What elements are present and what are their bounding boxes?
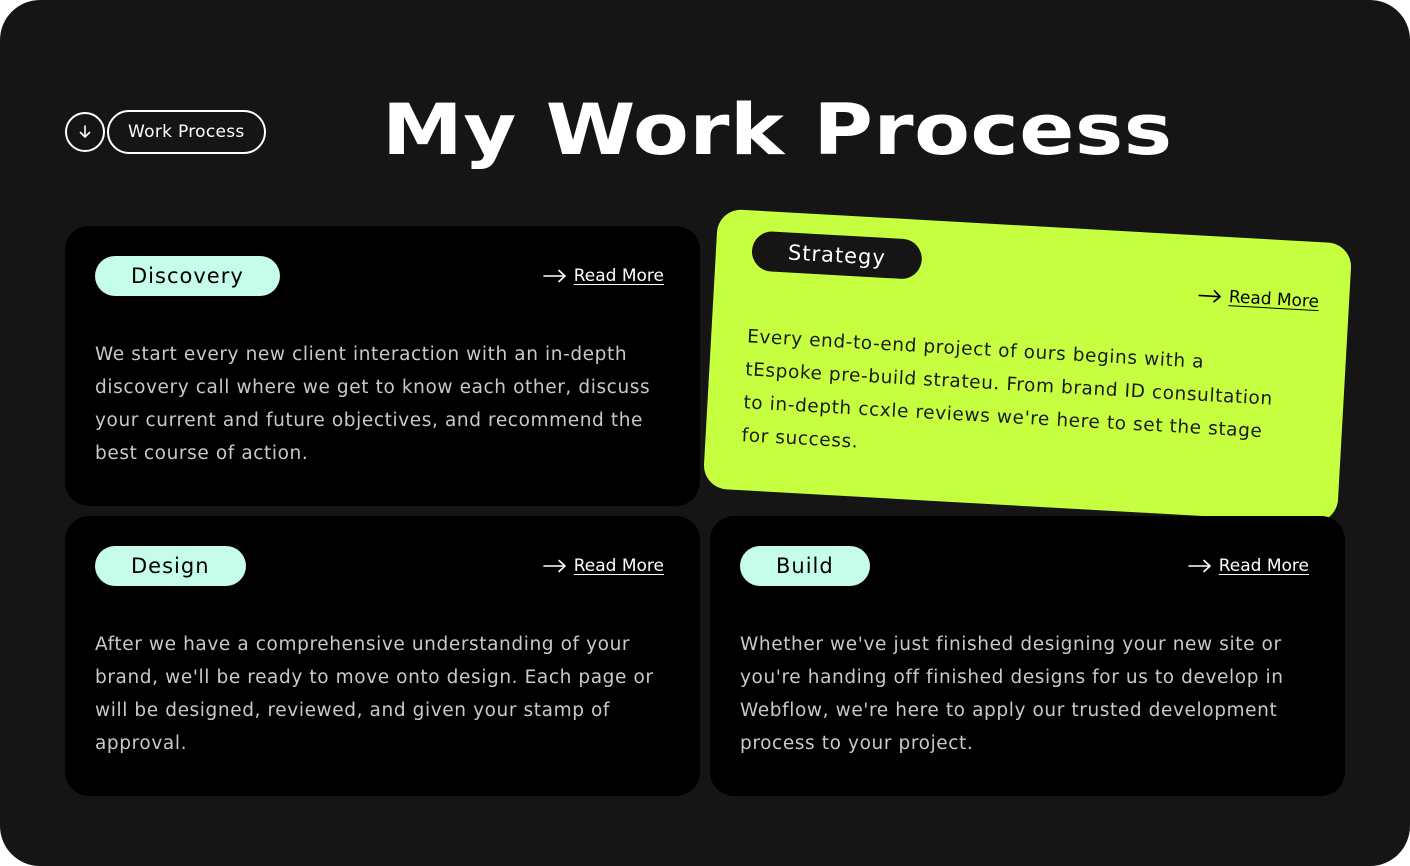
process-card-build: Build Read More Whether we've just finis… bbox=[710, 516, 1345, 796]
read-more-label: Read More bbox=[1218, 556, 1309, 576]
read-more-link[interactable]: Read More bbox=[1187, 556, 1309, 576]
read-more-label: Read More bbox=[573, 266, 664, 286]
read-more-link[interactable]: Read More bbox=[542, 266, 664, 286]
card-tag: Strategy bbox=[750, 230, 923, 280]
section-label-group: Work Process bbox=[65, 110, 266, 154]
process-card-strategy: Strategy Read More Every end-to-end proj… bbox=[702, 208, 1353, 524]
arrow-down-icon[interactable] bbox=[65, 112, 105, 152]
arrow-right-icon bbox=[542, 269, 566, 283]
page-title: My Work Process bbox=[382, 89, 1173, 171]
card-description: After we have a comprehensive understand… bbox=[95, 634, 654, 754]
arrow-right-icon bbox=[1187, 559, 1211, 573]
card-tag: Discovery bbox=[95, 256, 280, 296]
card-tag: Build bbox=[740, 546, 870, 586]
section-label-pill[interactable]: Work Process bbox=[107, 110, 266, 154]
card-description: Every end-to-end project of ours begins … bbox=[741, 326, 1274, 453]
card-description: Whether we've just finished designing yo… bbox=[740, 634, 1284, 754]
read-more-label: Read More bbox=[573, 556, 664, 576]
arrow-right-icon bbox=[542, 559, 566, 573]
read-more-label: Read More bbox=[1228, 287, 1320, 313]
card-tag: Design bbox=[95, 546, 246, 586]
read-more-link[interactable]: Read More bbox=[542, 556, 664, 576]
read-more-link[interactable]: Read More bbox=[1197, 285, 1320, 313]
process-card-discovery: Discovery Read More We start every new c… bbox=[65, 226, 700, 506]
work-process-section: Work Process My Work Process Discovery R… bbox=[0, 0, 1410, 866]
card-description: We start every new client interaction wi… bbox=[95, 344, 651, 464]
arrow-right-icon bbox=[1198, 290, 1221, 303]
process-card-design: Design Read More After we have a compreh… bbox=[65, 516, 700, 796]
